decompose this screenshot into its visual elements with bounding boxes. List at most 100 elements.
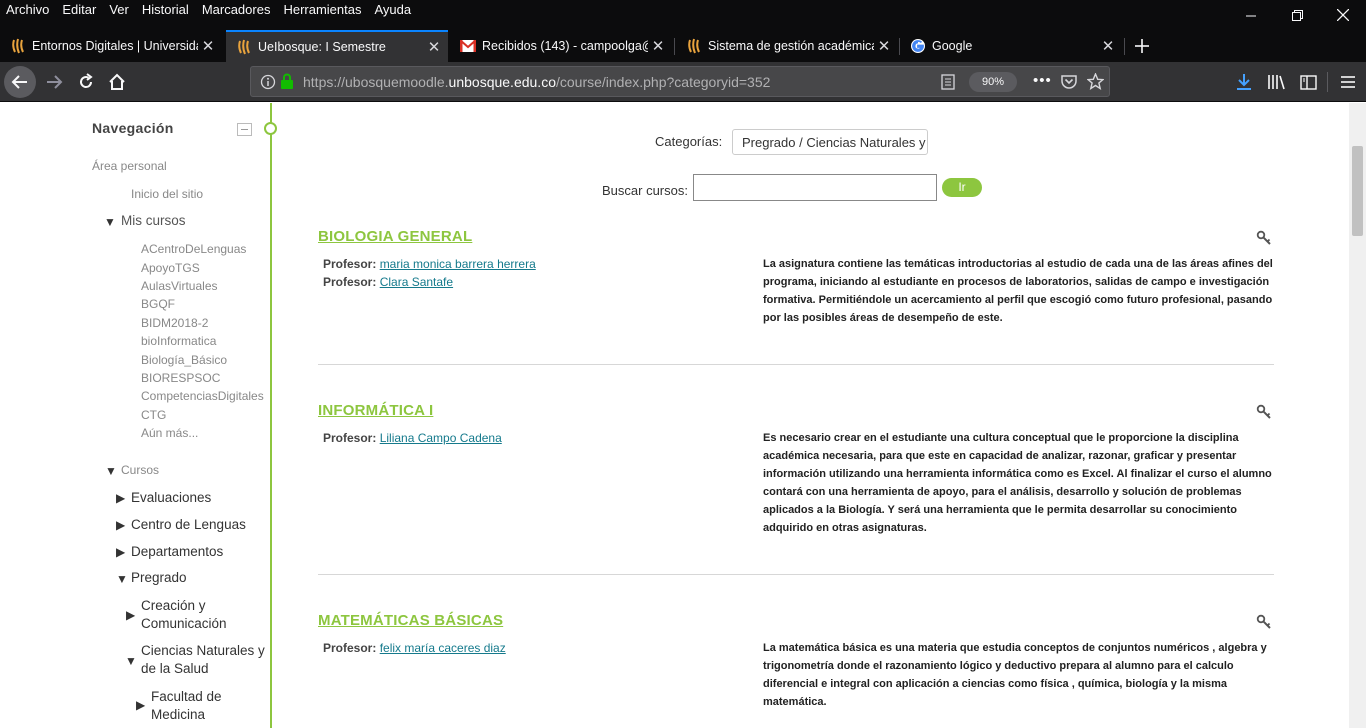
reload-button[interactable] (70, 66, 102, 98)
tab-google[interactable]: Google ✕ (900, 30, 1122, 62)
nav-mis-cursos[interactable]: Mis cursos (121, 213, 186, 228)
nav-facultad-line1[interactable]: Facultad de (151, 689, 222, 704)
menu-marcadores[interactable]: Marcadores (202, 2, 271, 17)
expanded-triangle-icon[interactable]: ▼ (104, 215, 116, 229)
maximize-button[interactable] (1274, 0, 1320, 30)
scrollbar-thumb[interactable] (1352, 146, 1363, 236)
categories-select[interactable]: Pregrado / Ciencias Naturales y (732, 129, 928, 155)
expanded-triangle-icon[interactable]: ▼ (105, 464, 117, 478)
my-course-item[interactable]: bioInformatica (141, 334, 216, 348)
my-course-item[interactable]: ApoyoTGS (141, 261, 200, 275)
minimize-button[interactable] (1228, 0, 1274, 30)
my-course-item[interactable]: ACentroDeLenguas (141, 242, 246, 256)
navigation-toolbar: https://ubosquemoodle.unbosque.edu.co/co… (0, 62, 1366, 102)
page-actions-icon[interactable]: ••• (1033, 72, 1052, 89)
menu-herramientas[interactable]: Herramientas (283, 2, 361, 17)
sidebar-button[interactable] (1292, 66, 1324, 98)
home-button[interactable] (101, 66, 133, 98)
course-teachers: Profesor: Liliana Campo Cadena (323, 429, 502, 447)
expanded-triangle-icon[interactable]: ▼ (125, 654, 137, 668)
hamburger-icon (1341, 76, 1355, 88)
reader-view-icon[interactable] (941, 74, 955, 95)
collapsed-triangle-icon[interactable]: ▶ (136, 698, 145, 712)
search-courses-input[interactable] (693, 174, 937, 201)
close-window-button[interactable] (1320, 0, 1366, 30)
my-course-item[interactable]: BIDM2018-2 (141, 316, 208, 330)
collapsed-triangle-icon[interactable]: ▶ (116, 545, 125, 559)
url-text[interactable]: https://ubosquemoodle.unbosque.edu.co/co… (303, 74, 770, 90)
menu-button[interactable] (1332, 66, 1364, 98)
pocket-icon[interactable] (1061, 74, 1077, 94)
new-tab-button[interactable] (1126, 30, 1158, 62)
nav-evaluaciones[interactable]: Evaluaciones (131, 490, 211, 505)
nav-departamentos[interactable]: Departamentos (131, 544, 223, 559)
nav-creacion-line1[interactable]: Creación y (141, 598, 206, 613)
my-course-item[interactable]: BGQF (141, 297, 175, 311)
course-title-link[interactable]: BIOLOGIA GENERAL (318, 228, 472, 245)
url-bar[interactable]: https://ubosquemoodle.unbosque.edu.co/co… (250, 66, 1110, 97)
teacher-link[interactable]: felix maría caceres diaz (380, 641, 506, 655)
collapsed-triangle-icon[interactable]: ▶ (116, 518, 125, 532)
library-button[interactable] (1260, 66, 1292, 98)
tab-close-button[interactable]: ✕ (648, 37, 668, 55)
gmail-icon (460, 38, 476, 54)
page-scrollbar[interactable] (1349, 103, 1366, 728)
tab-separator (1124, 38, 1125, 55)
teacher-link[interactable]: maria monica barrera herrera (380, 257, 536, 271)
nav-cursos[interactable]: Cursos (121, 463, 159, 477)
teacher-link[interactable]: Liliana Campo Cadena (380, 431, 502, 445)
nav-pregrado[interactable]: Pregrado (131, 570, 187, 585)
tab-close-button[interactable]: ✕ (874, 37, 894, 55)
menu-archivo[interactable]: Archivo (6, 2, 49, 17)
search-go-button[interactable]: Ir (942, 178, 982, 197)
menu-editar[interactable]: Editar (62, 2, 96, 17)
course-title-link[interactable]: MATEMÁTICAS BÁSICAS (318, 612, 503, 629)
nav-area-personal[interactable]: Área personal (92, 159, 167, 173)
collapse-block-button[interactable] (237, 123, 252, 136)
tab-gmail[interactable]: Recibidos (143) - campoolga@ ✕ (450, 30, 672, 62)
expanded-triangle-icon[interactable]: ▼ (116, 572, 128, 586)
nav-more-courses[interactable]: Aún más... (141, 426, 198, 440)
page-content: Navegación Área personal Inicio del siti… (0, 103, 1349, 728)
tab-label: Sistema de gestión académica (708, 39, 874, 53)
categories-label: Categorías: (655, 134, 723, 149)
nav-ciencias-line1[interactable]: Ciencias Naturales y (141, 643, 265, 658)
my-course-item[interactable]: CompetenciasDigitales (141, 389, 264, 403)
nav-ciencias-line2[interactable]: de la Salud (141, 661, 209, 676)
downloads-button[interactable] (1228, 66, 1260, 98)
menu-ayuda[interactable]: Ayuda (374, 2, 411, 17)
back-button[interactable] (4, 66, 36, 98)
nav-creacion-line2[interactable]: Comunicación (141, 616, 227, 631)
star-icon[interactable] (1086, 72, 1105, 95)
tab-close-button[interactable]: ✕ (424, 38, 444, 56)
my-course-item[interactable]: CTG (141, 408, 166, 422)
tab-close-button[interactable]: ✕ (198, 37, 218, 55)
reload-icon (80, 73, 93, 88)
nav-centro-lenguas[interactable]: Centro de Lenguas (131, 517, 246, 532)
tab-label: Recibidos (143) - campoolga@ (482, 39, 648, 53)
my-course-item[interactable]: BIORESPSOC (141, 371, 220, 385)
zoom-indicator[interactable]: 90% (969, 72, 1017, 92)
my-course-item[interactable]: AulasVirtuales (141, 279, 218, 293)
navigation-title: Navegación (92, 120, 174, 136)
nav-inicio-sitio[interactable]: Inicio del sitio (131, 187, 203, 201)
tab-sistema-gestion[interactable]: Sistema de gestión académica ✕ (676, 30, 898, 62)
course-divider (318, 574, 1274, 575)
lock-icon[interactable] (280, 73, 294, 95)
teacher-label: Profesor: (323, 257, 377, 271)
menu-ver[interactable]: Ver (109, 2, 129, 17)
forward-button[interactable] (38, 66, 70, 98)
tab-uelbosque[interactable]: UeIbosque: I Semestre ✕ (226, 30, 448, 62)
download-icon (1237, 74, 1251, 90)
teacher-link[interactable]: Clara Santafe (380, 275, 453, 289)
course-title-link[interactable]: INFORMÁTICA I (318, 402, 433, 419)
info-icon[interactable] (260, 74, 276, 95)
collapsed-triangle-icon[interactable]: ▶ (126, 608, 135, 622)
menu-historial[interactable]: Historial (142, 2, 189, 17)
ub-logo-icon (10, 38, 26, 54)
my-course-item[interactable]: Biología_Básico (141, 353, 227, 367)
tab-close-button[interactable]: ✕ (1098, 37, 1118, 55)
tab-entornos-digitales[interactable]: Entornos Digitales | Universidad ✕ (0, 30, 222, 62)
collapsed-triangle-icon[interactable]: ▶ (116, 491, 125, 505)
nav-facultad-line2[interactable]: Medicina (151, 707, 205, 722)
